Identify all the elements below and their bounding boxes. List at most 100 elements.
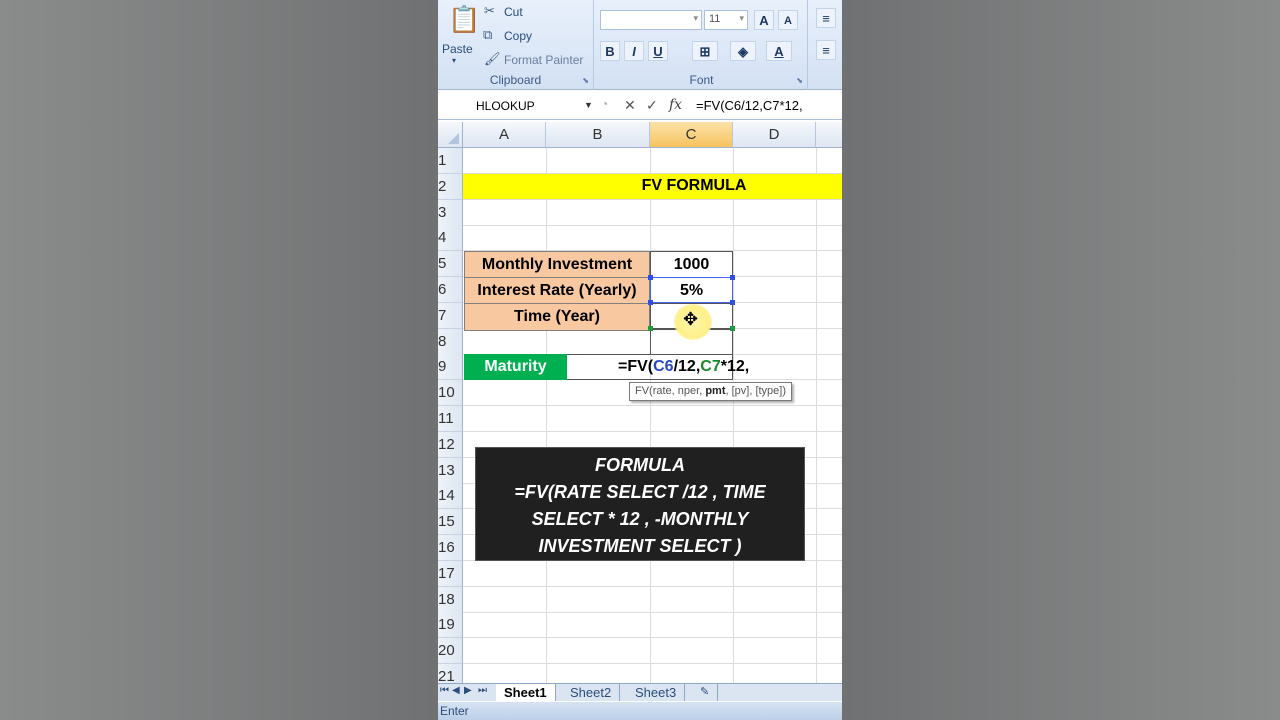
caption-line-3: SELECT * 12 , -MONTHLY bbox=[531, 509, 749, 529]
resize-handle[interactable] bbox=[648, 275, 653, 280]
grid-line bbox=[650, 148, 651, 688]
caption-line-2: =FV(RATE SELECT /12 , TIME bbox=[514, 482, 766, 502]
row-header-1[interactable]: 1 bbox=[438, 148, 463, 174]
bold-button[interactable]: B bbox=[600, 41, 620, 61]
grid-line bbox=[463, 431, 842, 432]
prev-sheet-icon[interactable]: ◀ bbox=[452, 685, 460, 696]
formula-ref-c6: C6 bbox=[653, 358, 674, 375]
row-header-14[interactable]: 14 bbox=[438, 483, 463, 510]
grid-line bbox=[463, 637, 842, 639]
formula-content[interactable]: =FV(C6/12,C7*12, bbox=[696, 98, 803, 113]
insert-sheet-icon[interactable]: ✎ bbox=[692, 684, 719, 701]
borders-icon[interactable]: ⊞ bbox=[692, 41, 718, 61]
column-header-a[interactable]: A bbox=[463, 122, 546, 148]
fill-color-icon[interactable]: ◈ bbox=[730, 41, 756, 61]
column-header-c[interactable]: C bbox=[650, 122, 733, 148]
copy-button[interactable]: Copy bbox=[504, 29, 532, 43]
resize-handle[interactable] bbox=[730, 326, 735, 331]
row-header-18[interactable]: 18 bbox=[438, 586, 463, 613]
column-header-d[interactable]: D bbox=[733, 122, 816, 148]
formula-prefix: =FV( bbox=[618, 358, 654, 375]
row-header-16[interactable]: 16 bbox=[438, 535, 463, 561]
grid-line bbox=[733, 148, 734, 688]
interest-rate-label[interactable]: Interest Rate (Yearly) bbox=[464, 277, 650, 305]
resize-handle[interactable] bbox=[730, 300, 735, 305]
paste-dropdown-icon[interactable]: ▾ bbox=[452, 56, 456, 65]
shrink-font-button[interactable]: A bbox=[778, 10, 798, 30]
cursor-cross-icon: ✥ bbox=[683, 309, 699, 329]
row-header-8[interactable]: 8 bbox=[438, 328, 463, 355]
font-size-value: 11 bbox=[709, 13, 721, 25]
copy-icon[interactable]: ⧉ bbox=[483, 27, 492, 43]
cut-button[interactable]: Cut bbox=[504, 5, 523, 19]
chevron-down-icon: ▾ bbox=[693, 13, 698, 23]
maturity-label[interactable]: Maturity bbox=[464, 354, 567, 380]
align-top-icon[interactable]: ≡ bbox=[816, 8, 836, 28]
align-left-icon[interactable]: ≡ bbox=[816, 40, 836, 60]
paste-icon[interactable]: 📋 bbox=[448, 4, 480, 35]
tab-sheet2[interactable]: Sheet2 bbox=[562, 684, 621, 701]
paste-button[interactable]: Paste bbox=[442, 42, 473, 56]
resize-handle[interactable] bbox=[648, 300, 653, 305]
tab-sheet1[interactable]: Sheet1 bbox=[496, 684, 556, 701]
row-header-13[interactable]: 13 bbox=[438, 457, 463, 484]
chevron-down-icon[interactable]: ▼ bbox=[584, 100, 593, 110]
italic-button[interactable]: I bbox=[624, 41, 644, 61]
row-header-15[interactable]: 15 bbox=[438, 509, 463, 536]
font-color-button[interactable]: A bbox=[766, 41, 792, 61]
background-right bbox=[842, 0, 1280, 720]
background-left bbox=[0, 0, 438, 720]
select-all-corner[interactable] bbox=[438, 122, 463, 148]
alignment-group: ≡ ≡ bbox=[810, 0, 842, 90]
row-header-11[interactable]: 11 bbox=[438, 406, 463, 432]
caption-line-1: FORMULA bbox=[595, 455, 685, 475]
font-launcher-icon[interactable]: ⬊ bbox=[796, 76, 803, 85]
underline-button[interactable]: U bbox=[648, 41, 668, 61]
last-sheet-icon[interactable]: ⏭ bbox=[478, 685, 487, 696]
row-header-6[interactable]: 6 bbox=[438, 277, 463, 303]
tooltip-text: , [pv], [type]) bbox=[725, 385, 787, 397]
row-header-12[interactable]: 12 bbox=[438, 431, 463, 458]
formula-in-cell[interactable]: =FV(C6/12,C7*12, bbox=[618, 354, 749, 380]
monthly-investment-label[interactable]: Monthly Investment bbox=[464, 251, 650, 279]
row-header-5[interactable]: 5 bbox=[438, 251, 463, 278]
row-header-3[interactable]: 3 bbox=[438, 199, 463, 226]
format-painter-icon[interactable]: 🖌 bbox=[484, 51, 501, 67]
clipboard-launcher-icon[interactable]: ⬊ bbox=[582, 76, 589, 85]
monthly-investment-value[interactable]: 1000 bbox=[650, 251, 733, 279]
tab-sheet3[interactable]: Sheet3 bbox=[627, 684, 686, 701]
row-header-7[interactable]: 7 bbox=[438, 302, 463, 329]
resize-handle[interactable] bbox=[730, 275, 735, 280]
row-header-2[interactable]: 2 bbox=[438, 173, 463, 200]
sheet-tabs-bar: ⏮ ◀ ▶ ⏭ Sheet1 Sheet2 Sheet3 ✎ bbox=[438, 683, 842, 701]
cancel-icon[interactable]: ✕ bbox=[624, 97, 636, 114]
status-bar-mode: Enter bbox=[438, 702, 842, 720]
column-header-b[interactable]: B bbox=[546, 122, 650, 148]
column-header-e[interactable] bbox=[816, 122, 842, 148]
expand-circle-icon[interactable]: ◔ bbox=[601, 97, 608, 111]
title-cell[interactable]: FV FORMULA bbox=[546, 173, 842, 199]
cut-icon[interactable]: ✂ bbox=[484, 3, 495, 19]
insert-function-button[interactable]: fx bbox=[669, 97, 682, 113]
row-header-9[interactable]: 9 bbox=[438, 354, 463, 381]
grow-font-button[interactable]: A bbox=[754, 10, 774, 30]
first-sheet-icon[interactable]: ⏮ bbox=[440, 685, 449, 696]
excel-window: 📋 Paste ▾ ✂ Cut ⧉ Copy 🖌 Format Painter … bbox=[438, 0, 842, 720]
resize-handle[interactable] bbox=[648, 326, 653, 331]
font-size-dropdown[interactable]: 11 ▾ bbox=[704, 10, 748, 30]
row-header-10[interactable]: 10 bbox=[438, 380, 463, 407]
row-header-4[interactable]: 4 bbox=[438, 225, 463, 252]
formula-suffix: *12, bbox=[720, 358, 750, 375]
enter-check-icon[interactable]: ✓ bbox=[646, 97, 658, 114]
time-year-label[interactable]: Time (Year) bbox=[464, 303, 650, 331]
row-header-20[interactable]: 20 bbox=[438, 638, 463, 665]
next-sheet-icon[interactable]: ▶ bbox=[464, 685, 472, 696]
corner-triangle-icon bbox=[448, 133, 459, 144]
row-header-19[interactable]: 19 bbox=[438, 612, 463, 639]
row-header-17[interactable]: 17 bbox=[438, 560, 463, 587]
clipboard-label: Clipboard bbox=[489, 73, 542, 87]
font-name-dropdown[interactable]: ▾ bbox=[600, 10, 702, 30]
clipboard-group: 📋 Paste ▾ ✂ Cut ⧉ Copy 🖌 Format Painter … bbox=[438, 0, 594, 90]
format-painter-button[interactable]: Format Painter bbox=[504, 53, 583, 67]
name-box[interactable]: HLOOKUP bbox=[438, 94, 598, 118]
